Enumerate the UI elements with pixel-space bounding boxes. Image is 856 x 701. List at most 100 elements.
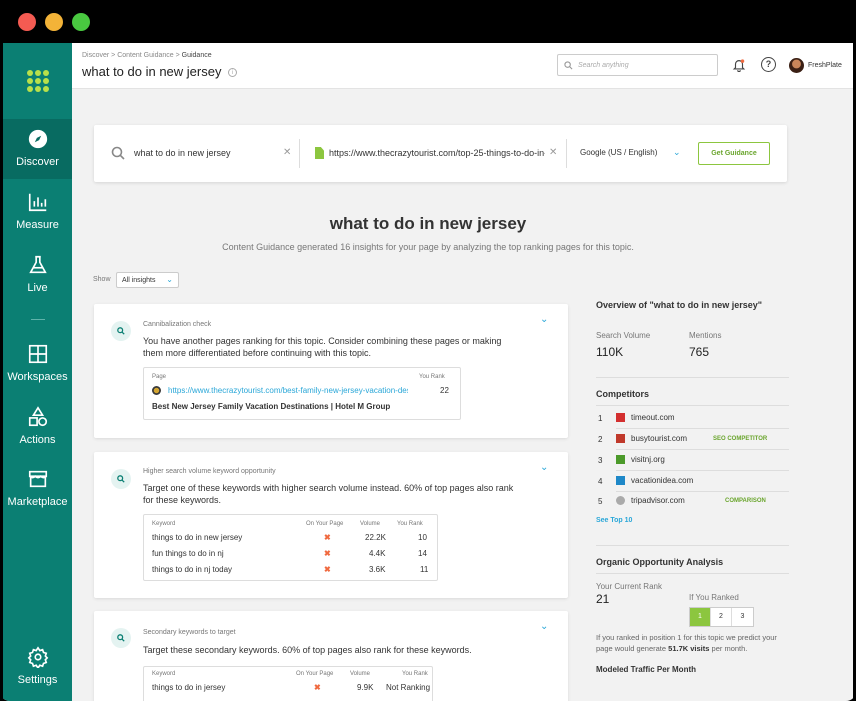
insight-card-keyword-opportunity[interactable]: ⌄ Higher search volume keyword opportuni… <box>94 452 568 598</box>
clear-url-icon[interactable]: ✕ <box>549 147 557 158</box>
search-icon <box>111 628 131 648</box>
user-name[interactable]: FreshPlate <box>808 62 842 69</box>
divider <box>616 428 789 429</box>
logo[interactable] <box>3 43 72 118</box>
mentions-label: Mentions <box>689 331 722 340</box>
global-search-input[interactable]: Search anything <box>557 54 718 76</box>
shapes-icon <box>28 406 47 427</box>
sidebar-item-actions[interactable]: Actions <box>3 397 72 457</box>
rank-selector: 1 2 3 <box>689 607 754 627</box>
info-icon[interactable]: i <box>228 68 238 78</box>
url-input[interactable]: https://www.thecrazytourist.com/top-25-t… <box>329 148 545 158</box>
competitor-rank: 4 <box>598 477 603 486</box>
sidebar-item-live[interactable]: Live <box>3 245 72 305</box>
chevron-down-icon[interactable]: ⌄ <box>540 314 548 325</box>
column-header: You Rank <box>419 374 445 380</box>
divider <box>566 139 567 168</box>
minimize-window-button[interactable] <box>45 13 63 31</box>
see-top-10-link[interactable]: See Top 10 <box>596 517 632 524</box>
rank-option[interactable]: 2 <box>711 608 732 626</box>
grid-icon <box>28 344 47 364</box>
insight-card-cannibalization[interactable]: ⌄ Cannibalization check You have another… <box>94 304 568 438</box>
logo-dots-icon <box>26 69 49 92</box>
column-header: Volume <box>360 521 381 527</box>
keyword-table: Keyword On Your Page Volume You Rank thi… <box>143 514 438 581</box>
breadcrumb: Discover > Content Guidance > Guidance <box>82 52 212 59</box>
bell-icon[interactable] <box>732 58 746 72</box>
page-title: what to do in new jersey i <box>82 64 238 79</box>
column-header: You Rank <box>397 521 423 527</box>
competitor-name[interactable]: busytourist.com <box>631 434 687 443</box>
topic-heading: what to do in new jersey <box>329 214 527 233</box>
divider <box>616 470 789 471</box>
breadcrumb-item[interactable]: Content Guidance <box>117 52 173 59</box>
get-guidance-button[interactable]: Get Guidance <box>698 142 770 165</box>
search-icon <box>564 60 573 69</box>
column-header: Keyword <box>152 671 176 677</box>
sidebar-item-marketplace[interactable]: Marketplace <box>3 459 72 519</box>
sidebar-item-workspaces[interactable]: Workspaces <box>3 334 72 394</box>
insights-filter-select[interactable]: All insights ⌄ <box>116 272 179 288</box>
sidebar-item-label: Discover <box>16 156 59 168</box>
app-content: Discover Measure Live Workspaces Actions <box>3 43 853 701</box>
competitor-name[interactable]: visitnj.org <box>631 455 665 464</box>
rank-option[interactable]: 3 <box>732 608 753 626</box>
divider <box>616 491 789 492</box>
rank-cell: 11 <box>420 565 429 574</box>
competitors-title: Competitors <box>596 389 650 399</box>
search-volume-value: 110K <box>596 345 624 359</box>
avatar[interactable] <box>789 58 804 73</box>
sidebar-item-discover[interactable]: Discover <box>3 119 72 179</box>
sidebar-item-settings[interactable]: Settings <box>3 637 72 697</box>
mentions-value: 765 <box>689 345 710 359</box>
topic-input[interactable]: what to do in new jersey <box>134 148 231 158</box>
help-icon[interactable]: ? <box>761 57 776 72</box>
chevron-down-icon[interactable]: ⌄ <box>673 147 681 158</box>
close-window-button[interactable] <box>18 13 36 31</box>
breadcrumb-item[interactable]: Discover <box>82 52 109 59</box>
divider <box>596 573 789 574</box>
breadcrumb-item: Guidance <box>181 52 212 59</box>
bar-chart-icon <box>28 193 46 212</box>
overview-title: Overview of "what to do in new jersey" <box>596 300 763 310</box>
rank-cell: 14 <box>418 549 427 558</box>
compass-icon <box>28 129 47 149</box>
rank-value: 22 <box>440 386 449 395</box>
guidance-search-card: what to do in new jersey ✕ https://www.t… <box>94 125 787 182</box>
divider <box>616 449 789 450</box>
insight-type: Secondary keywords to target <box>143 629 236 636</box>
page-link[interactable]: https://www.thecrazytourist.com/best-fam… <box>168 386 408 395</box>
busytourist-favicon-icon <box>616 434 625 443</box>
rank-cell: Not Ranking <box>386 683 431 692</box>
search-icon <box>111 321 131 341</box>
competitor-name[interactable]: vacationidea.com <box>631 476 693 485</box>
if-ranked-label: If You Ranked <box>689 593 739 602</box>
flask-icon <box>28 255 47 274</box>
not-on-page-icon: ✖ <box>324 533 331 542</box>
divider <box>596 405 789 406</box>
search-icon <box>111 469 131 489</box>
rank-option[interactable]: 1 <box>690 608 711 626</box>
competitor-name[interactable]: tripadvisor.com <box>631 496 685 505</box>
clear-topic-icon[interactable]: ✕ <box>283 147 291 158</box>
current-rank-label: Your Current Rank <box>596 582 662 591</box>
column-header: Keyword <box>152 521 176 527</box>
insight-card-secondary-keywords[interactable]: ⌄ Secondary keywords to target Target th… <box>94 611 568 701</box>
not-on-page-icon: ✖ <box>324 549 331 558</box>
modeled-traffic-label: Modeled Traffic Per Month <box>596 665 697 674</box>
divider <box>299 139 300 168</box>
insight-type: Higher search volume keyword opportunity <box>143 468 276 475</box>
traffic-prediction: If you ranked in position 1 for this top… <box>596 632 794 654</box>
zoom-window-button[interactable] <box>72 13 90 31</box>
competitor-tag: SEO COMPETITOR <box>713 436 768 442</box>
chevron-down-icon[interactable]: ⌄ <box>540 462 548 473</box>
competitor-name[interactable]: timeout.com <box>631 413 675 422</box>
chevron-down-icon[interactable]: ⌄ <box>540 621 548 632</box>
search-engine-select[interactable]: Google (US / English) <box>580 148 657 157</box>
page-rank-table: Page You Rank https://www.thecrazytouris… <box>143 367 461 420</box>
insight-type: Cannibalization check <box>143 321 212 328</box>
current-rank-value: 21 <box>596 592 610 606</box>
column-header: You Rank <box>402 671 428 677</box>
prediction-visits: 51.7K visits <box>668 644 710 653</box>
gear-icon <box>27 646 48 668</box>
